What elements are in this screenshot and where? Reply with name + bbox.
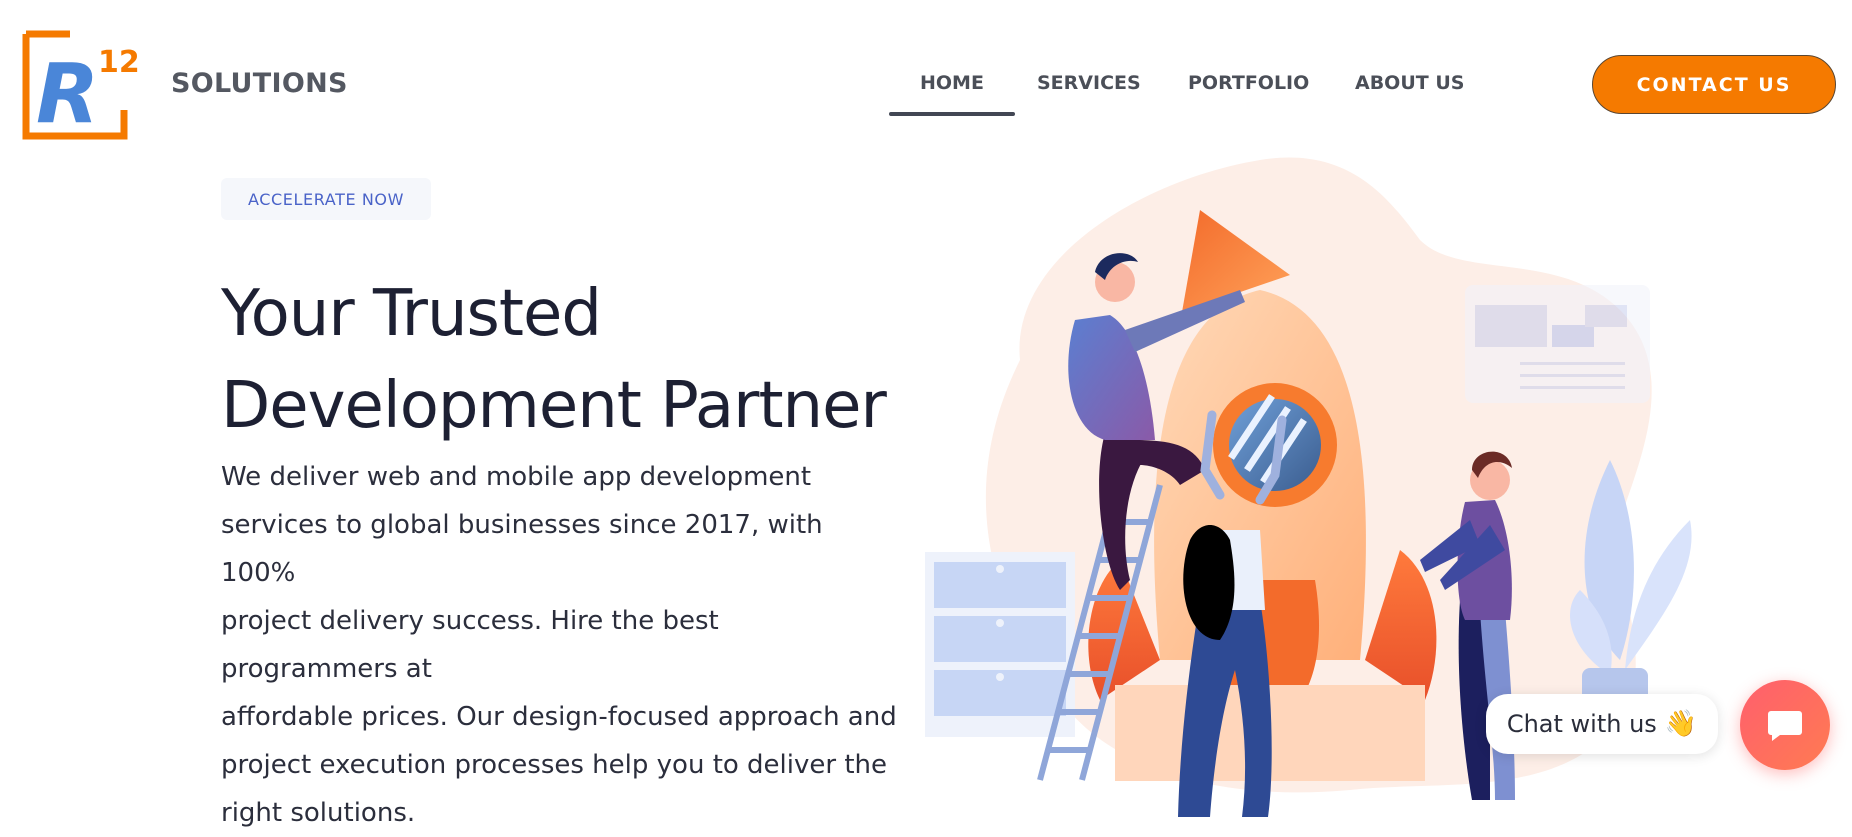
nav-portfolio[interactable]: PORTFOLIO bbox=[1188, 72, 1309, 94]
description-line: services to global businesses since 2017… bbox=[221, 510, 823, 588]
nav-services[interactable]: SERVICES bbox=[1037, 72, 1141, 94]
headline-line-2: Development Partner bbox=[221, 369, 887, 443]
description-line: affordable prices. Our design-focused ap… bbox=[221, 702, 897, 732]
headline-line-1: Your Trusted bbox=[221, 277, 602, 351]
brand-name: SOLUTIONS bbox=[171, 68, 348, 99]
nav-home[interactable]: HOME bbox=[889, 72, 1015, 116]
description-line: We deliver web and mobile app developmen… bbox=[221, 462, 812, 492]
drawer-cabinet bbox=[925, 552, 1075, 737]
nav-about-us[interactable]: ABOUT US bbox=[1355, 72, 1464, 94]
accelerate-badge: ACCELERATE NOW bbox=[221, 178, 431, 220]
browser-window bbox=[1465, 285, 1650, 403]
contact-us-button[interactable]: CONTACT US bbox=[1592, 55, 1836, 114]
waving-hand-icon: 👋 bbox=[1664, 709, 1698, 739]
chat-prompt-bubble[interactable]: Chat with us 👋 bbox=[1486, 694, 1718, 754]
chat-prompt-text: Chat with us bbox=[1506, 710, 1657, 738]
hero-headline: Your Trusted Development Partner bbox=[221, 268, 887, 452]
description-line: right solutions. bbox=[221, 798, 416, 828]
description-line: project execution processes help you to … bbox=[221, 750, 888, 780]
chat-launcher-button[interactable] bbox=[1740, 680, 1830, 770]
description-line: project delivery success. Hire the best … bbox=[221, 606, 719, 684]
hero-description: We deliver web and mobile app developmen… bbox=[221, 453, 901, 837]
chat-icon bbox=[1768, 711, 1802, 741]
company-logo[interactable]: R 12 bbox=[22, 30, 140, 142]
logo-letter: R bbox=[36, 47, 99, 142]
logo-number: 12 bbox=[98, 45, 140, 80]
